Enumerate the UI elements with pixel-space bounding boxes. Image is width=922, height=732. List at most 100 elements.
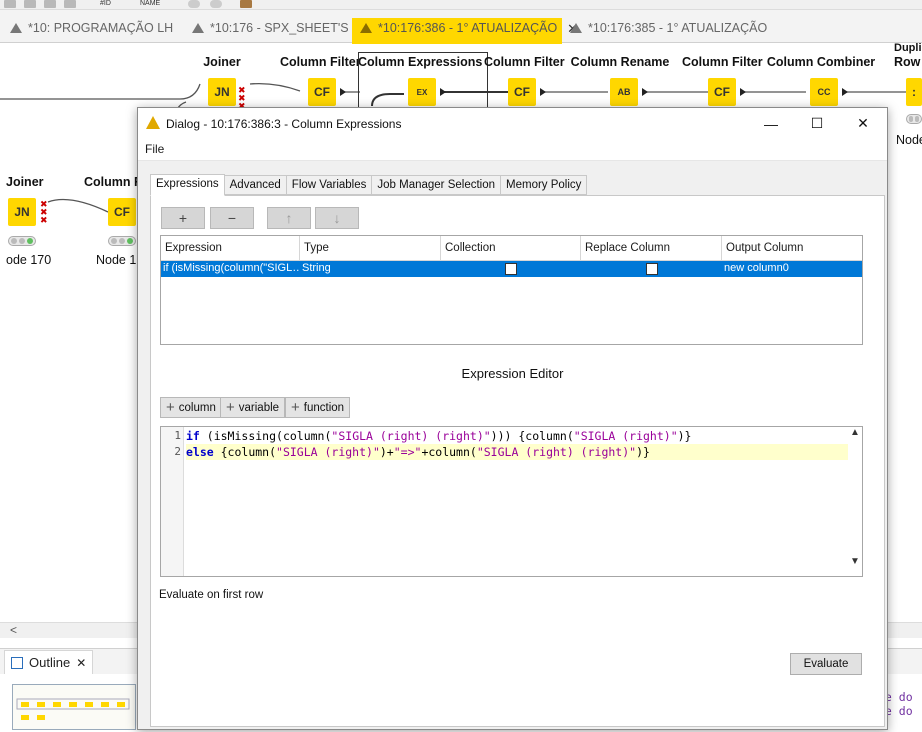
- tab-expressions[interactable]: Expressions: [150, 174, 225, 196]
- toolbar-icon[interactable]: [188, 0, 200, 8]
- replace-column-checkbox[interactable]: [646, 263, 658, 275]
- main-toolbar: [0, 0, 922, 10]
- node-label: Column Filter: [484, 55, 565, 69]
- dialog-tabs: Expressions Advanced Flow Variables Job …: [150, 174, 588, 196]
- toolbar-icon[interactable]: [4, 0, 16, 8]
- dialog-title: Dialog - 10:176:386:3 - Column Expressio…: [166, 117, 402, 131]
- column-header[interactable]: Expression: [161, 236, 300, 261]
- workflow-warning-icon: [192, 23, 204, 33]
- node-label: Joiner: [6, 175, 44, 189]
- tab-job-manager-selection[interactable]: Job Manager Selection: [372, 175, 502, 195]
- node-label: Column Rename: [570, 55, 670, 69]
- evaluate-result-label: Evaluate on first row: [159, 589, 264, 601]
- node-id-label: Node: [896, 133, 922, 147]
- column-filter-node-icon[interactable]: CF: [308, 78, 336, 106]
- close-icon[interactable]: ✕: [76, 656, 86, 670]
- evaluate-button[interactable]: Evaluate: [790, 653, 862, 675]
- warning-icon: [146, 116, 160, 129]
- editor-tab-label: *10: PROGRAMAÇÃO LH: [28, 21, 174, 35]
- workflow-warning-icon: [360, 23, 372, 33]
- toolbar-icon[interactable]: [240, 0, 252, 8]
- type-cell[interactable]: String: [300, 261, 441, 277]
- outline-tab-label: Outline: [29, 655, 71, 670]
- line-number: 2: [174, 445, 181, 458]
- joiner-node-icon[interactable]: JN: [8, 198, 36, 226]
- toolbar-icon[interactable]: [64, 0, 76, 8]
- editor-tab[interactable]: *10: PROGRAMAÇÃO LH: [2, 18, 181, 43]
- insert-function-button[interactable]: + function: [285, 397, 351, 418]
- scroll-up-icon[interactable]: ▲: [848, 427, 862, 438]
- editor-tab-label: *10:176:386 - 1° ATUALIZAÇÃO: [378, 21, 558, 35]
- editor-tab-active[interactable]: *10:176:386 - 1° ATUALIZAÇÃO ✕: [352, 18, 578, 44]
- node-label: Column Filter: [280, 55, 361, 69]
- column-combiner-node-icon[interactable]: CC: [810, 78, 838, 106]
- tab-memory-policy[interactable]: Memory Policy: [501, 175, 588, 195]
- node-id-label: ode 170: [6, 253, 52, 267]
- output-port[interactable]: [440, 88, 446, 96]
- remove-expression-button[interactable]: −: [210, 207, 254, 229]
- scroll-down-icon[interactable]: ▼: [848, 556, 862, 567]
- scroll-left-icon[interactable]: <: [10, 623, 17, 637]
- zoom-icon[interactable]: [44, 0, 56, 8]
- column-filter-node-icon[interactable]: CF: [108, 198, 136, 226]
- outline-icon: [11, 656, 23, 669]
- maximize-button[interactable]: ☐: [794, 108, 840, 139]
- workflow-warning-icon: [570, 23, 582, 33]
- dialog-menubar: File: [138, 139, 887, 161]
- tab-flow-variables[interactable]: Flow Variables: [286, 175, 373, 195]
- node-name-icon[interactable]: NAME: [140, 0, 160, 7]
- output-column-cell[interactable]: new column0: [722, 261, 862, 277]
- column-filter-node-icon[interactable]: CF: [508, 78, 536, 106]
- output-port[interactable]: [740, 88, 746, 96]
- column-filter-node-icon[interactable]: CF: [708, 78, 736, 106]
- node-label: Dupli: [894, 42, 922, 54]
- node-status-light: [906, 114, 922, 124]
- output-port[interactable]: [642, 88, 648, 96]
- editor-tab-label: *10:176 - SPX_SHEET'S: [210, 21, 349, 35]
- tab-advanced[interactable]: Advanced: [224, 175, 287, 195]
- insert-variable-button[interactable]: + variable: [220, 397, 286, 418]
- plus-icon: +: [166, 398, 175, 416]
- editor-tab[interactable]: *10:176:385 - 1° ATUALIZAÇÃO: [562, 18, 775, 43]
- expression-editor-title: Expression Editor: [461, 366, 564, 381]
- output-port[interactable]: [340, 88, 346, 96]
- node-label: Column Combiner: [766, 55, 876, 69]
- toolbar-icon[interactable]: [210, 0, 222, 8]
- toolbar-icon[interactable]: [24, 0, 36, 8]
- collection-checkbox[interactable]: [505, 263, 517, 275]
- node-status-light: [8, 236, 36, 246]
- close-button[interactable]: ✕: [840, 108, 886, 139]
- joiner-node-icon[interactable]: JN: [208, 78, 236, 106]
- column-rename-node-icon[interactable]: AB: [610, 78, 638, 106]
- output-port[interactable]: [540, 88, 546, 96]
- outline-tab[interactable]: Outline ✕: [4, 650, 94, 674]
- expressions-table[interactable]: Expression Type Collection Replace Colum…: [160, 235, 863, 345]
- outline-minimap[interactable]: [12, 684, 136, 730]
- column-header[interactable]: Type: [300, 236, 441, 261]
- minimap-graphic: [16, 698, 130, 720]
- duplicate-row-node-icon[interactable]: :: [906, 78, 922, 106]
- column-header[interactable]: Collection: [441, 236, 581, 261]
- minimize-button[interactable]: —: [748, 108, 794, 139]
- code-line[interactable]: if (isMissing(column("SIGLA (right) (rig…: [186, 428, 691, 444]
- insert-column-button[interactable]: + column: [160, 397, 222, 418]
- editor-vertical-scrollbar[interactable]: ▲ ▼: [848, 427, 862, 576]
- node-id-icon[interactable]: #ID: [100, 0, 111, 7]
- output-port[interactable]: [842, 88, 848, 96]
- code-line-current[interactable]: else {column("SIGLA (right)")+"=>"+colum…: [186, 444, 848, 460]
- move-down-button[interactable]: ↓: [315, 207, 359, 229]
- expression-code-editor[interactable]: 1 2 if (isMissing(column("SIGLA (right) …: [160, 426, 863, 577]
- column-header[interactable]: Replace Column: [581, 236, 722, 261]
- editor-tab[interactable]: *10:176 - SPX_SHEET'S: [184, 18, 357, 43]
- node-label: Column F: [84, 175, 142, 189]
- menu-file[interactable]: File: [145, 142, 164, 156]
- column-header[interactable]: Output Column: [722, 236, 862, 261]
- line-number: 1: [174, 429, 181, 442]
- column-expressions-dialog: Dialog - 10:176:386:3 - Column Expressio…: [137, 107, 888, 730]
- plus-icon: +: [291, 398, 300, 416]
- add-expression-button[interactable]: +: [161, 207, 205, 229]
- move-up-button[interactable]: ↑: [267, 207, 311, 229]
- plus-icon: +: [226, 398, 235, 416]
- expression-cell[interactable]: if (isMissing(column("SIGL…: [161, 261, 300, 277]
- column-expressions-node-icon[interactable]: EX: [408, 78, 436, 106]
